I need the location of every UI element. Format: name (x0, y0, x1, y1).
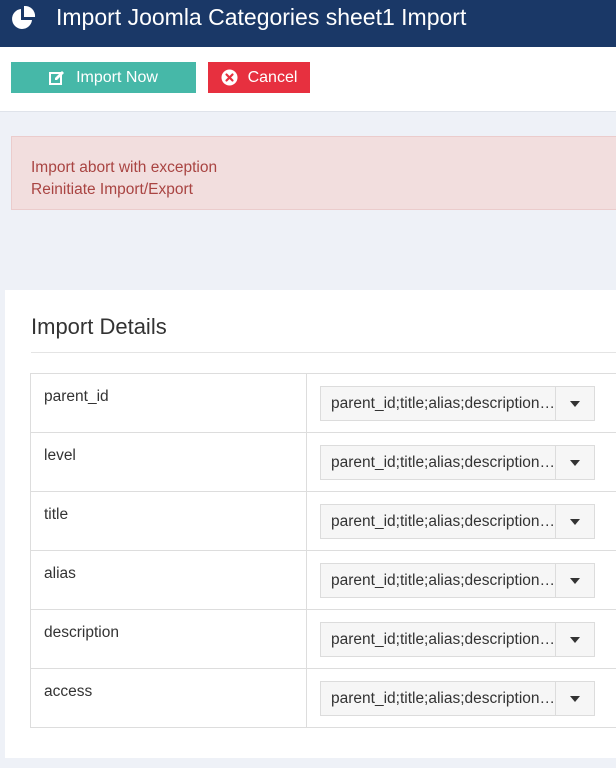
cancel-label: Cancel (247, 68, 298, 86)
edit-icon (49, 70, 66, 86)
table-row: alias parent_id;title;alias;description;… (30, 550, 616, 610)
caret-down-icon[interactable] (555, 446, 594, 479)
import-now-button[interactable]: Import Now (11, 62, 196, 93)
cancel-button[interactable]: Cancel (208, 62, 310, 93)
field-name: parent_id (30, 373, 307, 433)
select-value: parent_id;title;alias;description;publis… (331, 689, 557, 707)
table-row: access parent_id;title;alias;description… (30, 668, 616, 728)
reinitiate-link[interactable]: Reinitiate Import/Export (31, 179, 616, 201)
table-row: title parent_id;title;alias;description;… (30, 491, 616, 551)
select-value: parent_id;title;alias;description;publis… (331, 512, 557, 530)
error-alert: Import abort with exception Reinitiate I… (11, 136, 616, 210)
page-title: Import Joomla Categories sheet1 Import (56, 4, 467, 30)
field-name: access (30, 668, 307, 728)
column-mapping-select[interactable]: parent_id;title;alias;description;publis… (320, 622, 595, 657)
column-mapping-select[interactable]: parent_id;title;alias;description;publis… (320, 386, 595, 421)
caret-down-icon[interactable] (555, 564, 594, 597)
select-value: parent_id;title;alias;description;publis… (331, 453, 557, 471)
column-mapping-select[interactable]: parent_id;title;alias;description;publis… (320, 563, 595, 598)
caret-down-icon[interactable] (555, 387, 594, 420)
table-row: level parent_id;title;alias;description;… (30, 432, 616, 492)
column-mapping-select[interactable]: parent_id;title;alias;description;publis… (320, 504, 595, 539)
close-circle-icon (221, 69, 238, 86)
import-details-panel: Import Details parent_id parent_id;title… (5, 290, 616, 758)
app-header: Import Joomla Categories sheet1 Import (0, 0, 616, 47)
field-name: title (30, 491, 307, 551)
field-name: alias (30, 550, 307, 610)
select-value: parent_id;title;alias;description;publis… (331, 394, 557, 412)
mapping-table: parent_id parent_id;title;alias;descript… (30, 373, 616, 728)
field-name: description (30, 609, 307, 669)
column-mapping-select[interactable]: parent_id;title;alias;description;publis… (320, 445, 595, 480)
select-value: parent_id;title;alias;description;publis… (331, 571, 557, 589)
caret-down-icon[interactable] (555, 505, 594, 538)
alert-message: Import abort with exception (31, 159, 218, 176)
toolbar: Import Now Cancel (0, 47, 616, 112)
divider (31, 352, 616, 353)
table-row: parent_id parent_id;title;alias;descript… (30, 373, 616, 433)
column-mapping-select[interactable]: parent_id;title;alias;description;publis… (320, 681, 595, 716)
table-row: description parent_id;title;alias;descri… (30, 609, 616, 669)
field-name: level (30, 432, 307, 492)
caret-down-icon[interactable] (555, 623, 594, 656)
panel-title: Import Details (31, 314, 167, 339)
caret-down-icon[interactable] (555, 682, 594, 715)
pie-chart-icon (10, 5, 36, 31)
select-value: parent_id;title;alias;description;publis… (331, 630, 557, 648)
import-now-label: Import Now (76, 68, 158, 86)
